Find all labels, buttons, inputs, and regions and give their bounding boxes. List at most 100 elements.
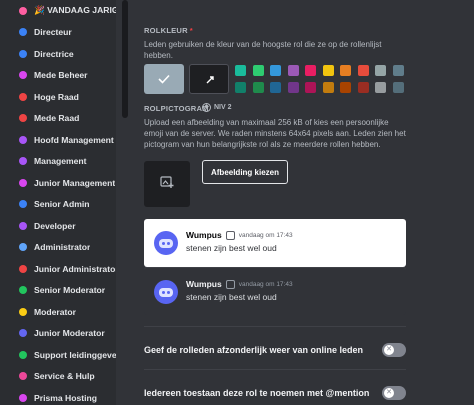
role-color-dot	[19, 157, 27, 165]
choose-image-button[interactable]: Afbeelding kiezen	[202, 160, 288, 184]
role-label: 🎉 VANDAAG JARIG!	[34, 5, 116, 15]
color-swatch[interactable]	[235, 65, 246, 76]
role-label: Hoge Raad	[34, 91, 79, 102]
role-color-dot	[19, 264, 27, 273]
color-swatch[interactable]	[305, 65, 316, 76]
close-icon: ✕	[384, 388, 394, 398]
color-swatch[interactable]	[270, 82, 281, 93]
boost-icon: ◆	[202, 103, 211, 112]
role-list-item[interactable]: Hoofd Management	[8, 129, 116, 150]
role-list-item[interactable]: Senior Admin	[8, 194, 116, 215]
color-swatch[interactable]	[322, 65, 334, 76]
role-list-item[interactable]: Junior Management	[8, 172, 116, 193]
role-color-dot	[19, 178, 27, 187]
role-color-description: Leden gebruiken de kleur van de hoogste …	[144, 40, 382, 60]
dark-theme-preview: Wumpus vandaag om 17:43 stenen zijn best w…	[144, 267, 406, 315]
avatar	[154, 231, 178, 255]
toggle-row-display-separately: Geef de rolleden afzonderlijk weer van o…	[144, 339, 406, 361]
role-label: Directrice	[34, 48, 74, 59]
color-swatch[interactable]	[322, 82, 334, 93]
required-mark: *	[189, 26, 193, 35]
role-label: Directeur	[34, 27, 72, 37]
role-list-item[interactable]: Hoge Raad	[8, 86, 116, 107]
color-swatch[interactable]	[340, 65, 351, 76]
role-label: Developer	[34, 220, 76, 231]
light-theme-preview: Wumpus vandaag om 17:43 stenen zijn best w…	[144, 219, 406, 267]
toggle-label-display-separately: Geef de rolleden afzonderlijk weer van o…	[144, 345, 364, 355]
role-label: Mede Beheer	[34, 70, 88, 80]
author-name: Wumpus	[186, 230, 222, 240]
role-label: Junior Moderator	[34, 328, 105, 338]
role-list-item[interactable]: Senior Moderator	[8, 280, 116, 301]
color-swatch[interactable]	[357, 82, 369, 93]
message-author: Wumpus vandaag om 17:43	[186, 279, 293, 289]
role-list-item[interactable]: Junior Administrator	[8, 258, 116, 279]
role-list-item[interactable]: Mede Raad	[8, 108, 116, 129]
display-separately-toggle[interactable]: ✕	[382, 343, 406, 357]
role-color-dot	[19, 135, 27, 144]
role-color-dot	[19, 393, 27, 402]
color-swatch[interactable]	[252, 65, 264, 76]
role-list-sidebar: 🎉 VANDAAG JARIG! Directeur Directrice Mede …	[0, 0, 116, 405]
role-color-dot	[19, 28, 27, 36]
role-color-dot	[19, 49, 27, 58]
color-swatch[interactable]	[305, 82, 316, 93]
role-color-dot	[19, 71, 27, 79]
color-swatch[interactable]	[340, 82, 351, 93]
role-icon-description: Upload een afbeelding van maximaal 256 k…	[144, 118, 406, 149]
role-label: Junior Management	[34, 177, 116, 188]
role-icon-upload[interactable]	[144, 161, 190, 207]
custom-color-picker[interactable]	[189, 64, 229, 94]
role-label: Moderator	[34, 306, 77, 317]
role-label: Prisma Hosting	[34, 392, 98, 403]
role-list-item[interactable]: Moderator	[8, 301, 116, 322]
role-color-dot	[19, 307, 27, 316]
color-swatch[interactable]	[375, 65, 386, 76]
color-swatch[interactable]	[287, 65, 299, 76]
divider	[144, 326, 406, 327]
color-swatch[interactable]	[252, 82, 264, 93]
role-icon-placeholder-icon	[225, 230, 235, 240]
role-label: Mede Raad	[34, 113, 80, 123]
default-color-swatch[interactable]	[144, 64, 184, 94]
color-swatch[interactable]	[235, 82, 246, 93]
role-list-item[interactable]: 🎉 VANDAAG JARIG!	[8, 0, 116, 21]
role-list-item[interactable]: Administrator	[8, 237, 116, 258]
color-swatch[interactable]	[392, 65, 404, 76]
role-settings-panel: ROLKLEUR * Leden gebruiken de kleur van d…	[132, 0, 474, 405]
role-list-item[interactable]: Prisma Hosting	[8, 387, 116, 405]
avatar	[154, 280, 178, 304]
role-list-item[interactable]: Directrice	[8, 43, 116, 64]
role-list-item[interactable]: Management	[8, 151, 116, 172]
role-list-item[interactable]: Junior Moderator	[8, 323, 116, 344]
role-color-dot	[19, 243, 27, 251]
role-list-item[interactable]: Developer	[8, 215, 116, 236]
role-list-item[interactable]: Mede Beheer	[8, 65, 116, 86]
role-list-item[interactable]: Service & Hulp	[8, 366, 116, 387]
role-label: Senior Admin	[34, 199, 90, 209]
color-swatch[interactable]	[270, 65, 281, 76]
author-name: Wumpus	[186, 279, 222, 289]
color-swatch[interactable]	[287, 82, 299, 93]
role-color-dot	[19, 286, 27, 294]
color-swatch[interactable]	[392, 82, 404, 93]
scrollbar[interactable]	[122, 0, 128, 118]
role-color-dot	[19, 329, 27, 337]
role-color-dot	[19, 200, 27, 208]
role-icon-title: ROLPICTOGRAM	[144, 104, 209, 113]
message-timestamp: vandaag om 17:43	[238, 231, 293, 239]
wumpus-icon	[159, 238, 173, 248]
color-swatch[interactable]	[375, 82, 386, 93]
message-timestamp: vandaag om 17:43	[238, 280, 293, 288]
divider	[144, 369, 406, 370]
mentionable-toggle[interactable]: ✕	[382, 386, 406, 400]
role-list-item[interactable]: Support leidinggeve...	[8, 344, 116, 365]
message-text: stenen zijn best wel oud	[186, 292, 277, 302]
role-list-item[interactable]: Directeur	[8, 22, 116, 43]
role-color-dot	[19, 221, 27, 230]
role-color-heading: ROLKLEUR *	[144, 26, 193, 35]
color-swatch[interactable]	[357, 65, 369, 76]
role-color-title: ROLKLEUR	[144, 26, 188, 35]
role-color-dot	[19, 372, 27, 380]
role-label: Support leidinggeve...	[34, 349, 116, 360]
